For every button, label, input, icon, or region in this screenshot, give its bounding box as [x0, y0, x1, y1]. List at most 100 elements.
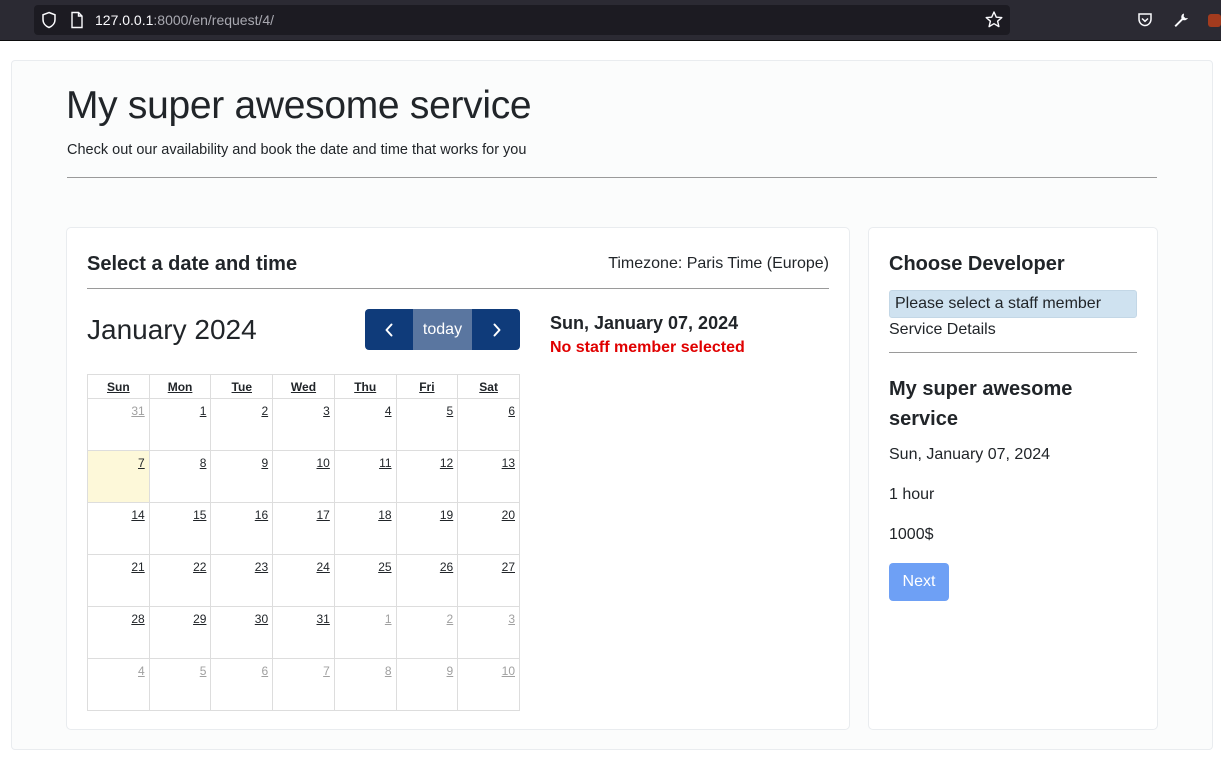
calendar-day-other-month[interactable]: 3 [457, 606, 520, 659]
calendar-day[interactable]: 26 [395, 554, 459, 607]
day-number[interactable]: 3 [508, 612, 515, 626]
day-number[interactable]: 10 [502, 664, 515, 678]
calendar-day[interactable]: 12 [395, 450, 459, 503]
day-number[interactable]: 9 [447, 664, 454, 678]
calendar-day[interactable]: 17 [272, 502, 335, 555]
day-number[interactable]: 14 [131, 508, 144, 522]
calendar-day[interactable]: 31 [272, 606, 335, 659]
next-month-button[interactable] [473, 309, 520, 350]
day-number[interactable]: 28 [131, 612, 144, 626]
shield-icon[interactable] [40, 11, 58, 29]
calendar-day[interactable]: 16 [210, 502, 274, 555]
weekday-header[interactable]: Thu [333, 374, 397, 399]
calendar-day[interactable]: 4 [333, 398, 397, 451]
weekday-header[interactable]: Wed [272, 374, 335, 399]
calendar-day[interactable]: 2 [210, 398, 274, 451]
calendar-day[interactable]: 27 [457, 554, 520, 607]
calendar-day[interactable]: 10 [272, 450, 335, 503]
day-number[interactable]: 27 [502, 560, 515, 574]
calendar-day-other-month[interactable]: 9 [395, 658, 459, 711]
calendar-day[interactable]: 20 [457, 502, 520, 555]
calendar-day[interactable]: 6 [457, 398, 520, 451]
calendar-day[interactable]: 22 [148, 554, 212, 607]
day-number[interactable]: 25 [378, 560, 391, 574]
day-number[interactable]: 19 [440, 508, 453, 522]
calendar-day-other-month[interactable]: 5 [148, 658, 212, 711]
day-number[interactable]: 24 [316, 560, 329, 574]
calendar-day[interactable]: 21 [87, 554, 150, 607]
day-number[interactable]: 21 [131, 560, 144, 574]
day-number[interactable]: 2 [447, 612, 454, 626]
weekday-header[interactable]: Mon [148, 374, 212, 399]
today-button[interactable]: today [412, 309, 473, 350]
day-number[interactable]: 6 [261, 664, 268, 678]
day-number[interactable]: 31 [131, 404, 144, 418]
calendar-day-today[interactable]: 7 [87, 450, 150, 503]
calendar-day[interactable]: 23 [210, 554, 274, 607]
staff-select[interactable]: Please select a staff member [889, 290, 1137, 318]
day-number[interactable]: 7 [323, 664, 330, 678]
next-button[interactable]: Next [889, 563, 949, 601]
calendar-day-other-month[interactable]: 8 [333, 658, 397, 711]
weekday-header[interactable]: Sun [87, 374, 150, 399]
prev-month-button[interactable] [365, 309, 412, 350]
url-text[interactable]: 127.0.0.1:8000/en/request/4/ [95, 12, 274, 28]
extension-icon[interactable] [1208, 14, 1221, 27]
day-number[interactable]: 29 [193, 612, 206, 626]
weekday-header[interactable]: Sat [457, 374, 520, 399]
day-number[interactable]: 22 [193, 560, 206, 574]
day-number[interactable]: 2 [261, 404, 268, 418]
day-number[interactable]: 15 [193, 508, 206, 522]
calendar-day[interactable]: 19 [395, 502, 459, 555]
calendar-day[interactable]: 25 [333, 554, 397, 607]
day-number[interactable]: 8 [200, 456, 207, 470]
day-number[interactable]: 20 [502, 508, 515, 522]
calendar-day[interactable]: 5 [395, 398, 459, 451]
calendar-day-other-month[interactable]: 1 [333, 606, 397, 659]
calendar-day[interactable]: 30 [210, 606, 274, 659]
day-number[interactable]: 5 [200, 664, 207, 678]
pocket-icon[interactable] [1136, 11, 1154, 29]
day-number[interactable]: 18 [378, 508, 391, 522]
day-number[interactable]: 11 [379, 456, 391, 470]
calendar-day-other-month[interactable]: 4 [87, 658, 150, 711]
day-number[interactable]: 26 [440, 560, 453, 574]
calendar-day-other-month[interactable]: 6 [210, 658, 274, 711]
wrench-icon[interactable] [1172, 11, 1190, 29]
calendar-day[interactable]: 11 [333, 450, 397, 503]
day-number[interactable]: 1 [385, 612, 392, 626]
calendar-day[interactable]: 24 [272, 554, 335, 607]
calendar-day[interactable]: 14 [87, 502, 150, 555]
day-number[interactable]: 31 [316, 612, 329, 626]
day-number[interactable]: 7 [138, 456, 145, 470]
calendar-day[interactable]: 9 [210, 450, 274, 503]
calendar-day[interactable]: 1 [148, 398, 212, 451]
day-number[interactable]: 23 [255, 560, 268, 574]
day-number[interactable]: 6 [508, 404, 515, 418]
calendar-day[interactable]: 3 [272, 398, 335, 451]
day-number[interactable]: 30 [255, 612, 268, 626]
calendar-day[interactable]: 13 [457, 450, 520, 503]
calendar-day-other-month[interactable]: 7 [272, 658, 335, 711]
day-number[interactable]: 10 [316, 456, 329, 470]
weekday-header[interactable]: Fri [395, 374, 459, 399]
calendar-day[interactable]: 18 [333, 502, 397, 555]
day-number[interactable]: 8 [385, 664, 392, 678]
calendar-day-other-month[interactable]: 10 [457, 658, 520, 711]
calendar-day[interactable]: 28 [87, 606, 150, 659]
calendar-day[interactable]: 15 [148, 502, 212, 555]
day-number[interactable]: 17 [316, 508, 329, 522]
day-number[interactable]: 4 [138, 664, 145, 678]
day-number[interactable]: 9 [261, 456, 268, 470]
bookmark-star-icon[interactable] [984, 10, 1004, 30]
day-number[interactable]: 13 [502, 456, 515, 470]
day-number[interactable]: 1 [200, 404, 207, 418]
day-number[interactable]: 5 [447, 404, 454, 418]
day-number[interactable]: 12 [440, 456, 453, 470]
calendar-day[interactable]: 29 [148, 606, 212, 659]
day-number[interactable]: 16 [255, 508, 268, 522]
calendar-day-other-month[interactable]: 2 [395, 606, 459, 659]
day-number[interactable]: 3 [323, 404, 330, 418]
day-number[interactable]: 4 [385, 404, 392, 418]
calendar-day-other-month[interactable]: 31 [87, 398, 150, 451]
